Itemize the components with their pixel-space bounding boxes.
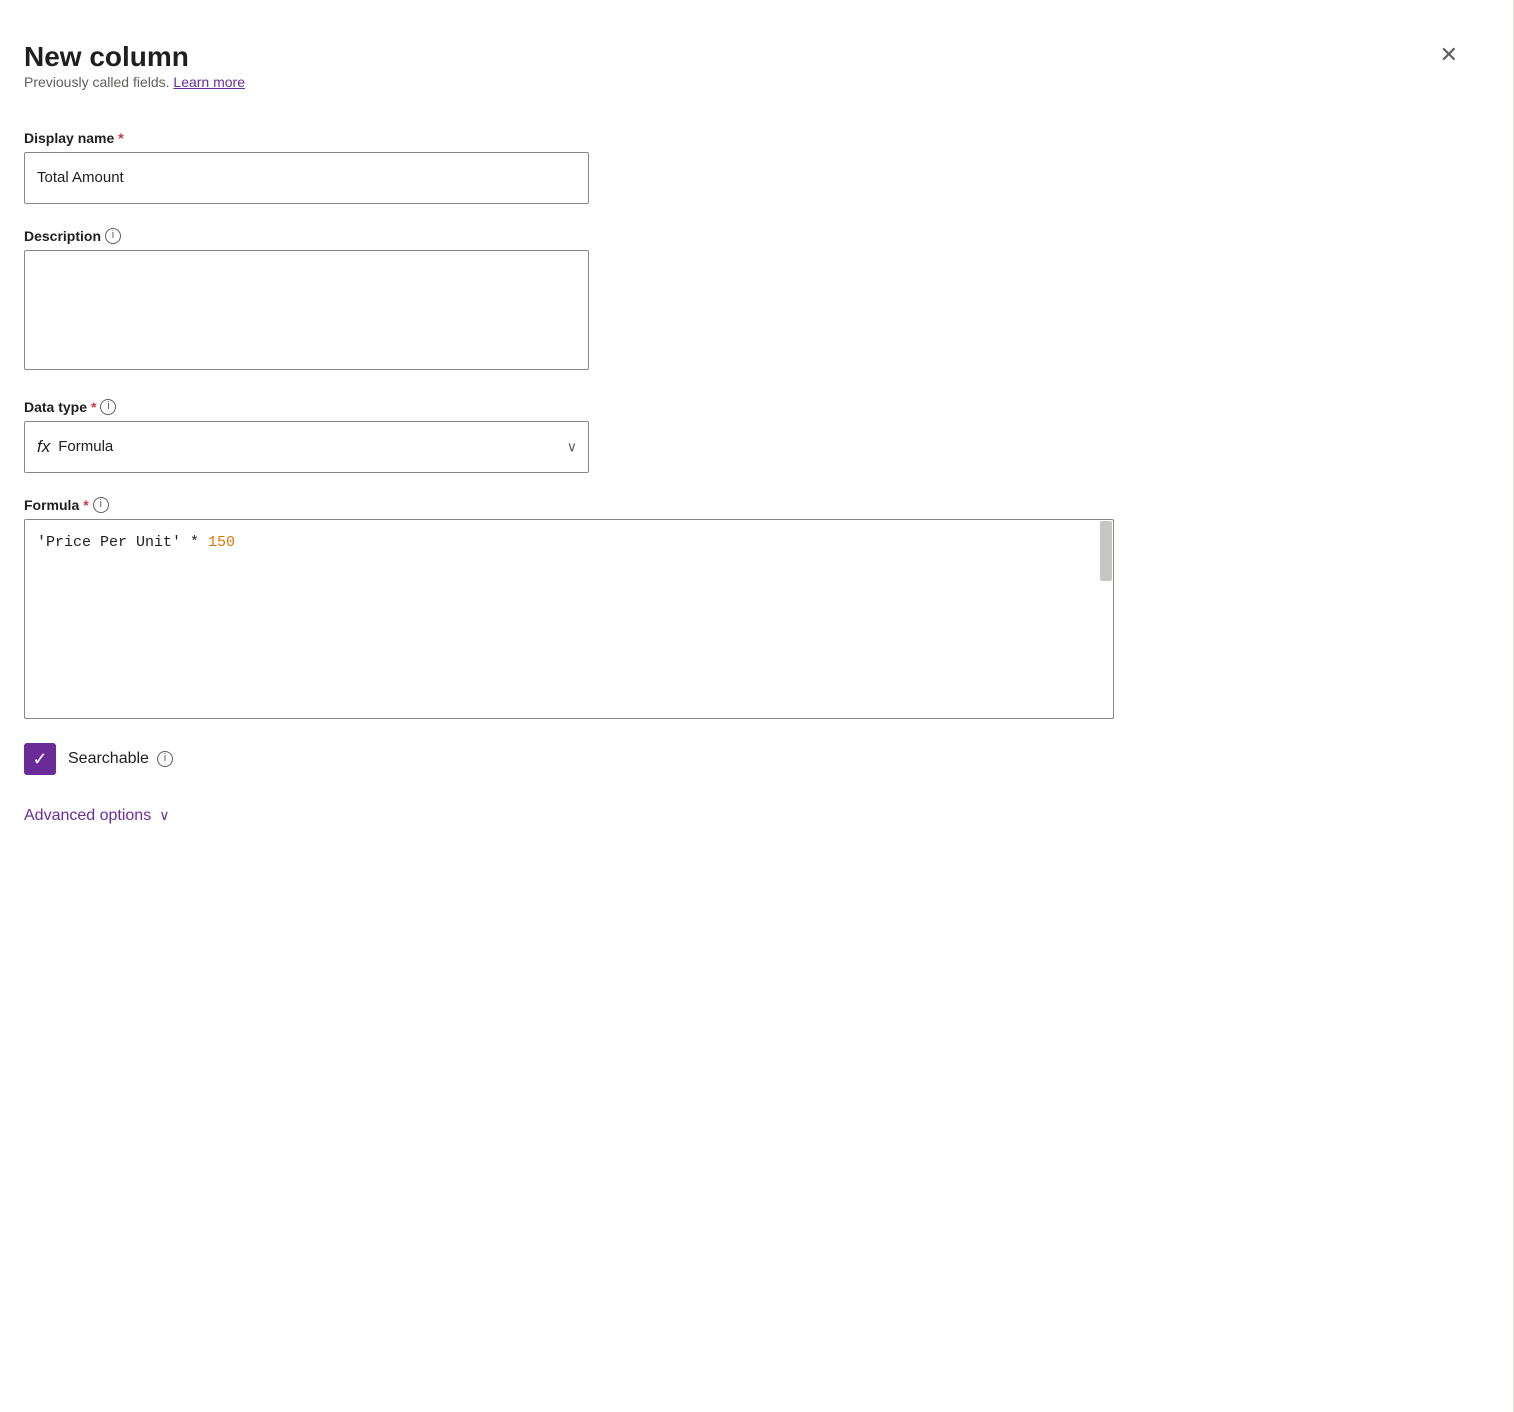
advanced-options-chevron-icon: ∨ <box>159 807 169 824</box>
panel-title: New column <box>24 40 245 74</box>
data-type-select[interactable]: fx Formula <box>24 421 589 473</box>
advanced-options-label: Advanced options <box>24 807 151 825</box>
searchable-label-area: Searchable i <box>68 750 173 768</box>
check-icon: ✓ <box>32 750 47 768</box>
advanced-options-row[interactable]: Advanced options ∨ <box>24 807 1466 825</box>
searchable-checkbox[interactable]: ✓ <box>24 743 56 775</box>
formula-string-part: 'Price Per Unit' <box>37 534 181 551</box>
formula-label: Formula * i <box>24 497 1466 513</box>
formula-section: Formula * i 'Price Per Unit' * 150 <box>24 497 1466 719</box>
formula-required: * <box>83 497 88 513</box>
description-info-icon[interactable]: i <box>105 228 121 244</box>
formula-input[interactable]: 'Price Per Unit' * 150 <box>24 519 1114 719</box>
learn-more-link[interactable]: Learn more <box>173 74 245 90</box>
data-type-select-wrapper: fx Formula ∨ <box>24 421 589 473</box>
new-column-panel: New column Previously called fields. Lea… <box>0 0 1514 1412</box>
formula-fx-icon: fx <box>37 437 50 457</box>
panel-title-area: New column Previously called fields. Lea… <box>24 40 245 122</box>
panel-header: New column Previously called fields. Lea… <box>24 40 1466 122</box>
formula-input-wrapper: 'Price Per Unit' * 150 <box>24 519 1114 719</box>
data-type-label: Data type * i <box>24 399 1466 415</box>
panel-subtitle: Previously called fields. Learn more <box>24 74 245 90</box>
display-name-section: Display name * <box>24 130 1466 204</box>
formula-info-icon[interactable]: i <box>93 497 109 513</box>
formula-number-part: 150 <box>208 534 235 551</box>
searchable-row: ✓ Searchable i <box>24 743 1466 775</box>
formula-operator-part: * <box>181 534 208 551</box>
formula-scrollbar[interactable] <box>1100 521 1112 581</box>
display-name-label: Display name * <box>24 130 1466 146</box>
searchable-text: Searchable <box>68 750 149 768</box>
display-name-required: * <box>118 130 123 146</box>
data-type-section: Data type * i fx Formula ∨ <box>24 399 1466 473</box>
display-name-input[interactable] <box>24 152 589 204</box>
searchable-info-icon[interactable]: i <box>157 751 173 767</box>
data-type-info-icon[interactable]: i <box>100 399 116 415</box>
description-label: Description i <box>24 228 1466 244</box>
description-input[interactable] <box>24 250 589 370</box>
description-section: Description i <box>24 228 1466 375</box>
data-type-value: Formula <box>58 438 113 455</box>
close-button[interactable]: ✕ <box>1432 40 1466 70</box>
subtitle-text: Previously called fields. <box>24 74 170 90</box>
data-type-required: * <box>91 399 96 415</box>
